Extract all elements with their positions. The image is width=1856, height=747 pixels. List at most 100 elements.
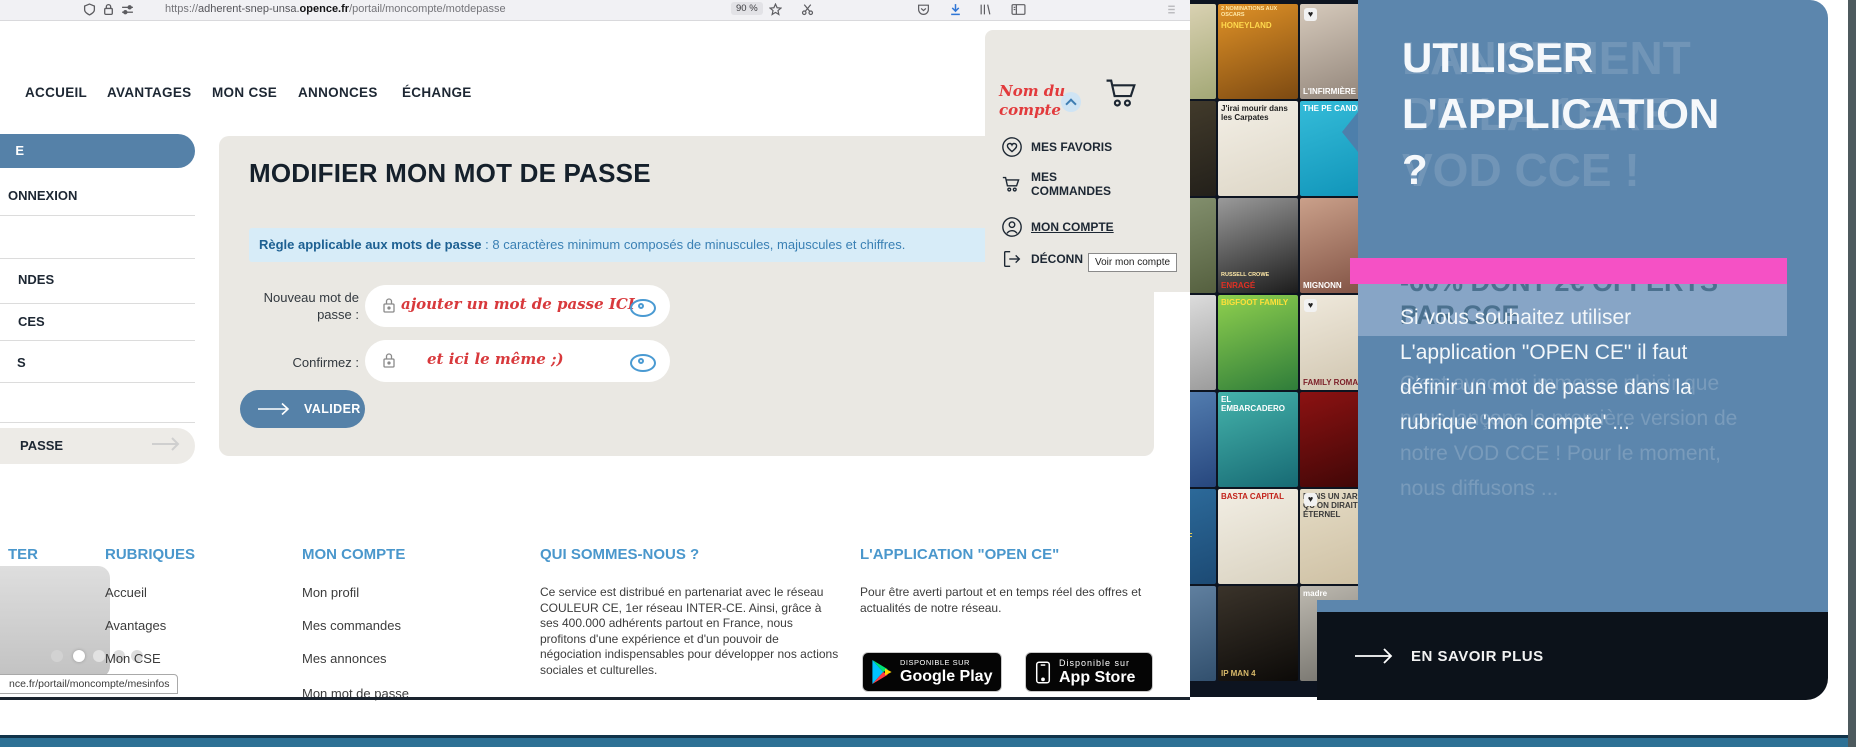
nav-mon-cse[interactable]: MON CSE	[212, 85, 277, 100]
poster-title: nette	[1190, 4, 1216, 19]
carousel-dot[interactable]	[51, 650, 63, 662]
movie-poster[interactable]: RUSSELL CROWE ENRAGÉ	[1218, 198, 1298, 293]
promo-heading: UTILISER L'APPLICATION ?	[1402, 30, 1719, 198]
nav-avantages[interactable]: AVANTAGES	[107, 85, 191, 100]
confirm-annotation: et ici le même ;)	[427, 350, 564, 368]
movie-poster[interactable]: nette	[1190, 4, 1216, 99]
carousel-dot[interactable]	[93, 650, 105, 662]
movie-poster[interactable]: FAMILY ROMANC ♥	[1300, 295, 1358, 390]
movie-poster[interactable]: J'irai mourir dans les Carpates	[1218, 101, 1298, 196]
movie-poster[interactable]: ME PES, C UF	[1190, 489, 1216, 584]
poster-title: ME PES, C UF	[1190, 529, 1216, 544]
movie-poster[interactable]: ICA	[1190, 101, 1216, 196]
menu-label: MES COMMANDES	[1031, 170, 1111, 198]
chevron-up-icon[interactable]	[1061, 92, 1081, 112]
rule-label: Règle applicable aux mots de passe	[259, 237, 482, 252]
movie-poster[interactable]: DANS UN JARDIN QU'ON DIRAIT ÉTERNEL♥	[1300, 489, 1358, 584]
footer-link-mes-annonces[interactable]: Mes annonces	[302, 651, 387, 666]
poster-title	[1300, 481, 1358, 487]
badge-store-name: App Store	[1059, 668, 1136, 686]
footer-newsletter-heading: TER	[8, 546, 38, 563]
nav-accueil[interactable]: ACCUEIL	[25, 85, 87, 100]
movie-poster[interactable]: BASTA CAPITAL	[1218, 489, 1298, 584]
sidebar-item-connexion[interactable]: ONNEXION	[8, 188, 77, 203]
promo-body-text: Si vous souhaitez utiliser L'application…	[1400, 300, 1692, 440]
footer-link-avantages[interactable]: Avantages	[105, 618, 166, 633]
footer-app-text: Pour être averti partout et en temps rée…	[860, 585, 1142, 615]
poster-top-text: 2 NOMINATIONS AUX OSCARS	[1221, 6, 1278, 18]
new-password-input[interactable]: ajouter un mot de passe ICI	[365, 285, 670, 327]
google-play-badge[interactable]: DISPONIBLE SUR Google Play	[862, 652, 1002, 692]
address-bar[interactable]: https://adherent-snep-unsa.opence.fr/por…	[165, 3, 506, 15]
movie-poster[interactable]: L'INFIRMIÈRE ♥	[1300, 4, 1358, 99]
movie-poster[interactable]: ITE	[1190, 295, 1216, 390]
footer-link-accueil[interactable]: Accueil	[105, 585, 147, 600]
bookmark-star-icon[interactable]	[769, 3, 783, 17]
sidebar-item-annonces[interactable]: CES	[18, 314, 45, 329]
movie-poster[interactable]: IP MAN 4	[1218, 586, 1298, 681]
movie-poster[interactable]	[1300, 392, 1358, 487]
menu-item-mes-commandes[interactable]: MES COMMANDES	[1001, 170, 1111, 198]
sidebar-item-mot-de-passe[interactable]: PASSE	[0, 428, 195, 464]
zoom-level-badge[interactable]: 90 %	[731, 2, 763, 15]
footer-rubriques-heading: RUBRIQUES	[105, 546, 196, 563]
confirm-password-label: Confirmez :	[292, 355, 359, 370]
favorite-heart-icon[interactable]: ♥	[1304, 8, 1317, 21]
panel-edge	[1317, 600, 1358, 612]
footer-link-mes-commandes[interactable]: Mes commandes	[302, 618, 401, 633]
poster-wall-grid: nette 2 NOMINATIONS AUX OSCARS HONEYLAND L'…	[1190, 4, 1358, 681]
carousel-dot-active[interactable]	[73, 650, 85, 662]
favorite-heart-icon[interactable]: ♥	[1304, 299, 1317, 312]
poster-title: BIGFOOT FAMILY	[1221, 298, 1289, 307]
divider	[0, 382, 195, 383]
permissions-icon[interactable]	[121, 3, 135, 17]
show-password-eye-icon[interactable]	[630, 354, 656, 372]
footer-link-mon-profil[interactable]: Mon profil	[302, 585, 359, 600]
download-icon[interactable]	[949, 3, 963, 17]
movie-poster[interactable]: BIGFOOT FAMILY	[1218, 295, 1298, 390]
menu-label: MON COMPTE	[1031, 220, 1114, 234]
app-store-badge[interactable]: Disponible sur App Store	[1025, 652, 1153, 692]
promo-heading-line: ?	[1402, 146, 1428, 193]
menu-item-mes-favoris[interactable]: MES FAVORIS	[1001, 136, 1112, 158]
tracking-shield-icon[interactable]	[83, 3, 97, 17]
menu-item-deconnexion[interactable]: DÉCONN	[1001, 248, 1083, 270]
poster-title: J'irai mourir dans les Carpates	[1221, 104, 1288, 122]
en-savoir-plus-bar[interactable]: EN SAVOIR PLUS	[1317, 612, 1828, 700]
sidebar-item-commandes[interactable]: NDES	[18, 272, 54, 287]
footer-divider	[0, 697, 1190, 700]
poster-title: IP MAN 4	[1221, 669, 1256, 678]
footer-link-mon-cse[interactable]: Mon CSE	[105, 651, 161, 666]
pocket-icon[interactable]	[917, 3, 931, 17]
overflow-menu-icon[interactable]	[1165, 3, 1179, 17]
sidebar-item-s[interactable]: S	[17, 355, 26, 370]
arrow-right-icon	[258, 402, 290, 416]
carousel-prev-arrow-icon[interactable]	[1342, 112, 1358, 152]
screenshot-scissors-icon[interactable]	[801, 3, 815, 17]
movie-poster[interactable]: 2 NOMINATIONS AUX OSCARS HONEYLAND	[1218, 4, 1298, 99]
lock-icon[interactable]	[102, 3, 116, 17]
footer-moncompte-heading: MON COMPTE	[302, 546, 406, 563]
menu-item-mon-compte[interactable]: MON COMPTE	[1001, 216, 1114, 238]
movie-poster[interactable]: E FEMME	[1190, 586, 1216, 681]
nav-annonces[interactable]: ANNONCES	[298, 85, 378, 100]
cart-icon[interactable]	[1103, 76, 1141, 110]
poster-title: EL EMBARCADERO	[1221, 395, 1285, 413]
sidebar-item-active[interactable]: E	[0, 134, 195, 168]
confirm-password-input[interactable]: et ici le même ;)	[365, 340, 670, 382]
show-password-eye-icon[interactable]	[630, 299, 656, 317]
movie-poster[interactable]: CER RIQUE	[1190, 392, 1216, 487]
poster-title: L'INFIRMIÈRE	[1303, 87, 1357, 96]
nav-echange[interactable]: ÉCHANGE	[402, 85, 472, 100]
url-subdomain: adherent-snep-unsa.	[198, 3, 300, 15]
menu-label: MES FAVORIS	[1031, 140, 1113, 154]
sidebar-toggle-icon[interactable]	[1011, 3, 1026, 17]
valider-button[interactable]: VALIDER	[240, 390, 365, 428]
library-icon[interactable]	[979, 3, 993, 17]
movie-poster[interactable]: Fille	[1190, 198, 1216, 293]
next-section-strip	[0, 735, 1856, 747]
favorite-heart-icon[interactable]: ♥	[1304, 493, 1317, 506]
label-line2: passe :	[317, 307, 359, 322]
movie-poster[interactable]: EL EMBARCADERO	[1218, 392, 1298, 487]
poster-wall: nette 2 NOMINATIONS AUX OSCARS HONEYLAND L'…	[1190, 0, 1358, 697]
